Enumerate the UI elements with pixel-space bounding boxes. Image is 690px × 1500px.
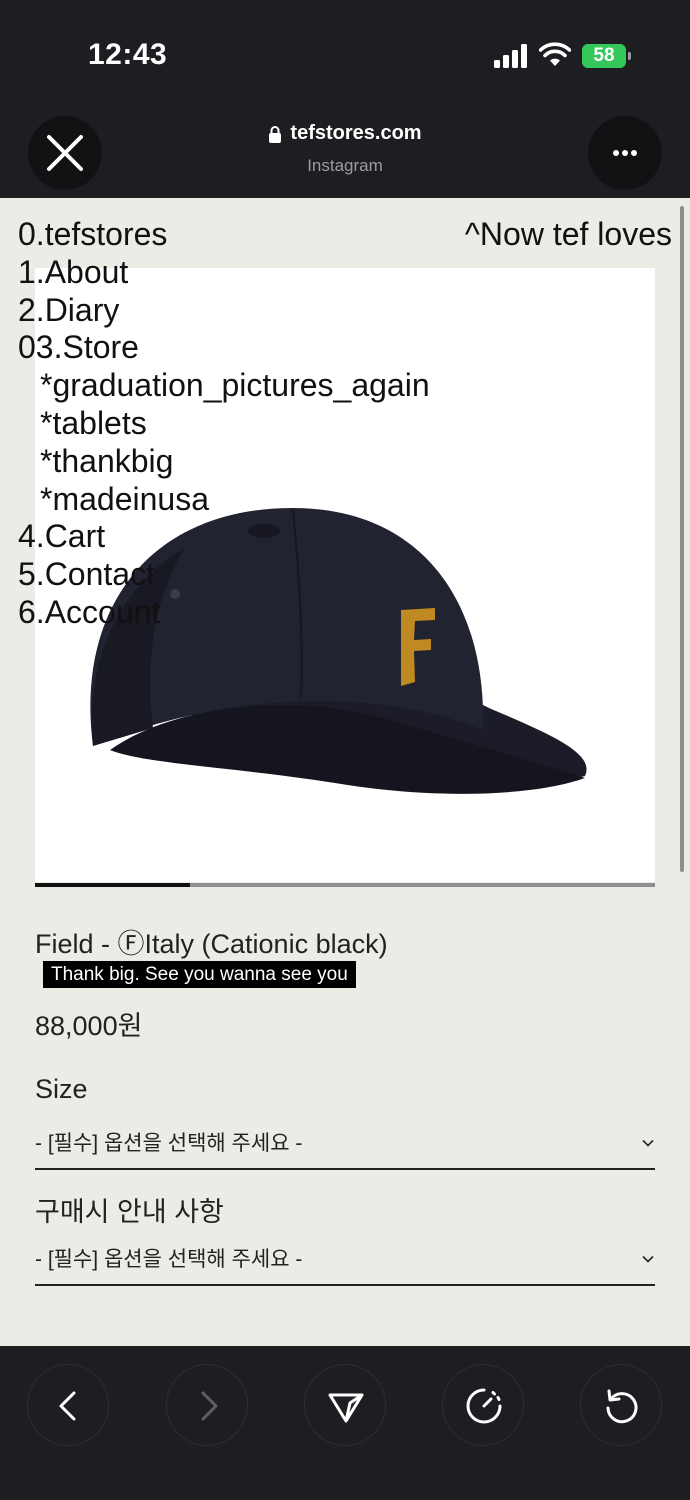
refresh-icon	[606, 1389, 638, 1424]
nav-item[interactable]: 0.tefstores	[18, 216, 430, 254]
address-bar[interactable]: tefstores.com Instagram	[200, 122, 490, 176]
purchase-notice-select-value: - [필수] 옵션을 선택해 주세요 -	[35, 1248, 303, 1271]
promo-banner: Thank big. See you wanna see you	[43, 961, 356, 988]
nav-item[interactable]: 6.Account	[18, 594, 430, 632]
lock-icon	[269, 125, 282, 143]
close-icon	[47, 135, 83, 171]
url-source: Instagram	[307, 155, 383, 175]
size-option-label: Size	[35, 1074, 88, 1104]
size-select-value: - [필수] 옵션을 선택해 주세요 -	[35, 1132, 303, 1155]
status-time: 12:43	[88, 38, 168, 71]
store-subnav-item[interactable]: *madeinusa	[18, 481, 430, 519]
nav-item[interactable]: 1.About	[18, 254, 430, 292]
now-tef-loves-link[interactable]: ^Now tef loves	[465, 216, 672, 254]
site-nav-menu: 0.tefstores 1.About 2.Diary 03.Store *gradua…	[18, 216, 430, 632]
more-options-button[interactable]	[588, 116, 662, 190]
product-name: Field - ⒻItaly (Cationic black)	[35, 929, 388, 959]
nav-item[interactable]: 5.Contact	[18, 556, 430, 594]
battery-icon: 58	[582, 44, 631, 68]
back-button[interactable]	[27, 1364, 109, 1446]
chevron-down-icon	[642, 1139, 654, 1147]
nav-item[interactable]: 03.Store	[18, 329, 430, 367]
refresh-button[interactable]	[580, 1364, 662, 1446]
product-price: 88,000원	[35, 1011, 143, 1041]
web-page: 0.tefstores 1.About 2.Diary 03.Store *gradua…	[0, 198, 690, 1346]
back-icon	[59, 1391, 76, 1421]
size-select[interactable]: - [필수] 옵션을 선택해 주세요 -	[35, 1124, 655, 1170]
store-subnav-item[interactable]: *thankbig	[18, 443, 430, 481]
nav-item[interactable]: 4.Cart	[18, 518, 430, 556]
purchase-notice-select[interactable]: - [필수] 옵션을 선택해 주세요 -	[35, 1240, 655, 1286]
store-subnav-item[interactable]: *graduation_pictures_again	[18, 367, 430, 405]
browser-toolbar	[0, 1346, 690, 1500]
share-button[interactable]	[304, 1364, 386, 1446]
battery-level: 58	[593, 45, 615, 66]
forward-icon	[201, 1391, 218, 1421]
gallery-progress	[35, 883, 655, 887]
forward-button[interactable]	[166, 1364, 248, 1446]
wifi-icon	[539, 42, 571, 66]
gallery-progress-fill	[35, 883, 190, 887]
speed-icon	[466, 1388, 502, 1424]
store-subnav-item[interactable]: *tablets	[18, 405, 430, 443]
browser-header: 12:43 58 tefstores.com Instagram	[0, 0, 690, 198]
close-browser-button[interactable]	[28, 116, 102, 190]
share-icon	[328, 1393, 364, 1423]
url-domain: tefstores.com	[290, 122, 422, 144]
chevron-down-icon	[642, 1255, 654, 1263]
cellular-signal-icon	[494, 44, 530, 68]
purchase-notice-option-label: 구매시 안내 사항	[35, 1197, 224, 1227]
nav-item[interactable]: 2.Diary	[18, 292, 430, 330]
page-scrollbar[interactable]	[680, 206, 684, 872]
speed-button[interactable]	[442, 1364, 524, 1446]
